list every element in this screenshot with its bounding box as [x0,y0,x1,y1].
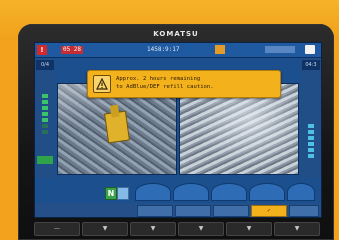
left-panel-label: 0/4 [36,60,54,70]
softkey-5[interactable] [289,205,319,217]
clock-readout: 1458:9:17 [147,46,180,53]
display-screen: ! 05 28 1458:9:17 0/4 04:3 Approx. 2 hou… [34,42,322,218]
gear-indicator: N [105,187,117,200]
right-panel-label: 04:3 [302,60,320,70]
status-indicator [265,46,295,53]
left-gauge-segment [42,106,48,110]
right-gauge-segment [308,124,314,128]
gauge-dial [287,183,315,201]
softkey-2[interactable] [175,205,211,217]
operator-icon [305,45,315,54]
right-gauge-segment [308,130,314,134]
right-gauge-segment [308,154,314,158]
fuel-icon [215,45,225,54]
hardware-button-row: — ▼ ▼ ▼ ▼ ▼ [34,222,320,236]
hard-button-5[interactable]: ▼ [226,222,272,236]
left-gauge-indicator [37,156,53,164]
right-gauge-panel: 04:3 [301,58,321,178]
right-gauge-segment [308,142,314,146]
alert-icon[interactable]: ! [37,45,47,55]
monitor-bezel: KOMATSU ! 05 28 1458:9:17 0/4 04:3 Appro… [18,24,334,240]
refill-warning-icon [93,75,111,93]
caution-line-2: to AdBlue/DEF refill caution. [116,84,214,90]
left-gauge-segment [42,130,48,134]
left-gauge-segment [42,100,48,104]
gauge-dial [173,183,209,201]
hard-button-2[interactable]: ▼ [82,222,128,236]
hard-button-4[interactable]: ▼ [178,222,224,236]
brand-logo: KOMATSU [153,30,199,38]
hard-button-1[interactable]: — [34,222,80,236]
gauge-dial [249,183,285,201]
machine-overhead-icon [104,110,130,144]
hard-button-3[interactable]: ▼ [130,222,176,236]
left-gauge-segment [42,118,48,122]
hard-button-6[interactable]: ▼ [274,222,320,236]
status-bar: ! 05 28 1458:9:17 [35,43,321,58]
mode-indicator: 05 28 [61,46,83,54]
softkey-3[interactable] [213,205,249,217]
right-gauge-segment [308,148,314,152]
softkey-bar: ✓ [35,203,321,217]
left-gauge-segment [42,112,48,116]
right-gauge-segment [308,136,314,140]
caution-message: Approx. 2 hours remaining to AdBlue/DEF … [116,75,276,91]
left-gauge-panel: 0/4 [35,58,55,178]
left-gauge-segment [42,124,48,128]
gauge-dial [135,183,171,201]
caution-popup[interactable]: Approx. 2 hours remaining to AdBlue/DEF … [87,70,281,98]
gauge-dial [211,183,247,201]
left-gauge-segment [42,94,48,98]
travel-mode-icon [117,187,129,200]
gauge-cluster [135,183,315,201]
softkey-1[interactable] [137,205,173,217]
softkey-confirm[interactable]: ✓ [251,205,287,217]
caution-line-1: Approx. 2 hours remaining [116,76,201,82]
